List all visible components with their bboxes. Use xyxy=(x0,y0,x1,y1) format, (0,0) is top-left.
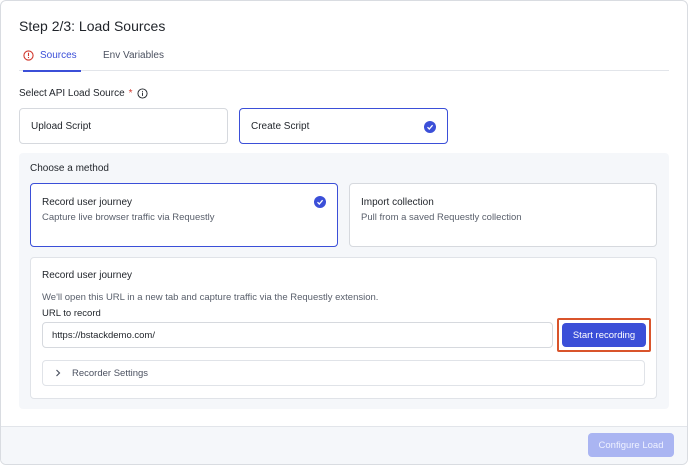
tab-bar: Sources Env Variables xyxy=(19,39,669,72)
create-script-label: Create Script xyxy=(251,120,310,132)
start-recording-button[interactable]: Start recording xyxy=(562,323,646,347)
tab-env-variables[interactable]: Env Variables xyxy=(103,39,164,71)
create-script-option[interactable]: Create Script xyxy=(239,108,448,144)
record-journey-card[interactable]: Record user journey Capture live browser… xyxy=(30,183,338,247)
method-panel: Choose a method Record user journey Capt… xyxy=(19,153,669,409)
dialog-footer: Configure Load xyxy=(1,426,687,464)
source-label-text: Select API Load Source xyxy=(19,88,125,99)
check-circle-icon xyxy=(424,121,436,133)
url-input[interactable] xyxy=(42,322,553,348)
upload-script-label: Upload Script xyxy=(31,120,92,132)
configure-load-button[interactable]: Configure Load xyxy=(588,433,674,457)
import-collection-subtitle: Pull from a saved Requestly collection xyxy=(361,212,522,223)
start-recording-highlight: Start recording xyxy=(557,318,651,352)
upload-script-option[interactable]: Upload Script xyxy=(19,108,228,144)
warning-icon xyxy=(23,49,34,61)
url-label: URL to record xyxy=(42,308,101,319)
import-collection-title: Import collection xyxy=(361,197,434,208)
tab-sources[interactable]: Sources xyxy=(23,39,81,72)
tab-env-variables-label: Env Variables xyxy=(103,49,164,61)
required-mark: * xyxy=(128,88,133,99)
record-description: We'll open this URL in a new tab and cap… xyxy=(42,292,379,303)
record-journey-subtitle: Capture live browser traffic via Request… xyxy=(42,212,215,223)
page-title: Step 2/3: Load Sources xyxy=(19,18,166,34)
recorder-settings-toggle[interactable]: Recorder Settings xyxy=(42,360,645,386)
source-label: Select API Load Source * xyxy=(19,88,148,99)
tab-sources-label: Sources xyxy=(40,49,77,61)
record-journey-title: Record user journey xyxy=(42,197,133,208)
recorder-settings-label: Recorder Settings xyxy=(72,367,149,379)
info-icon[interactable] xyxy=(136,88,148,99)
load-sources-dialog: Step 2/3: Load Sources Sources Env Varia… xyxy=(0,0,688,465)
chevron-right-icon xyxy=(56,369,61,377)
record-heading: Record user journey xyxy=(42,270,133,281)
record-journey-panel: Record user journey We'll open this URL … xyxy=(30,257,657,399)
check-circle-icon xyxy=(314,196,326,208)
import-collection-card[interactable]: Import collection Pull from a saved Requ… xyxy=(349,183,657,247)
method-title: Choose a method xyxy=(30,163,109,174)
